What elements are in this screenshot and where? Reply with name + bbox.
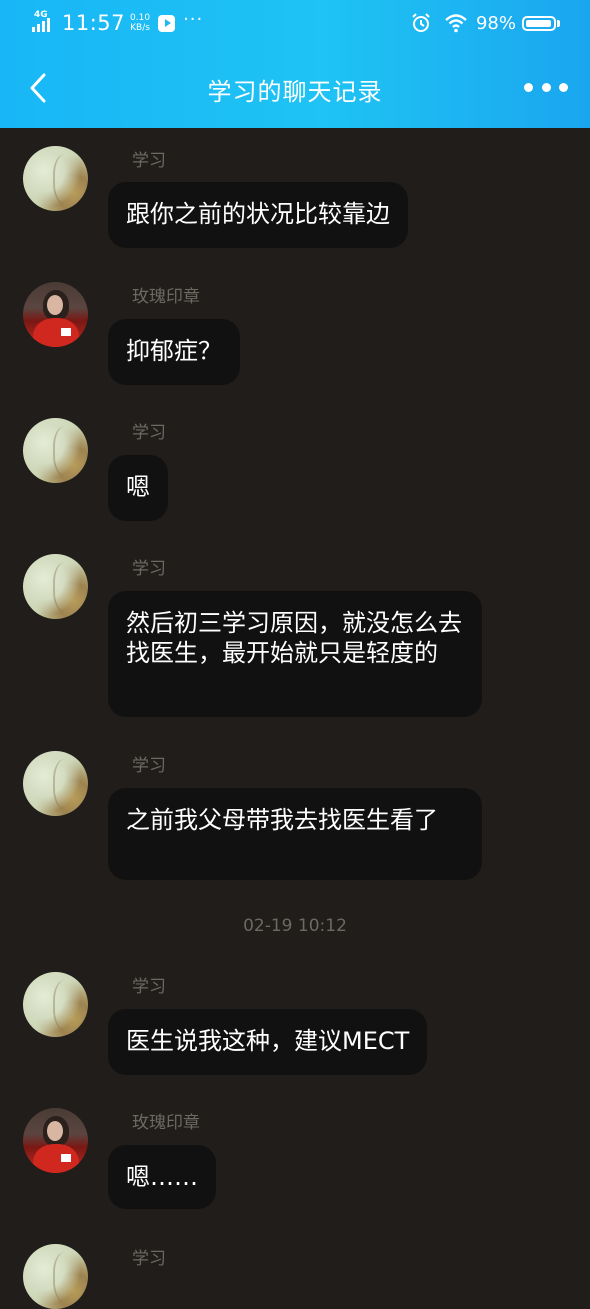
battery-percent: 98% <box>475 12 516 34</box>
message-bubble[interactable]: 跟你之前的状况比较靠边 <box>108 182 408 248</box>
message-bubble[interactable]: 然后初三学习原因，就没怎么去找医生，最开始就只是轻度的 <box>108 591 482 717</box>
avatar[interactable] <box>23 146 88 211</box>
sender-name: 玫瑰印章 <box>132 1113 200 1133</box>
avatar[interactable] <box>23 751 88 816</box>
message-timestamp: 02-19 10:12 <box>243 916 347 936</box>
message-bubble[interactable]: 之前我父母带我去找医生看了 <box>108 788 482 880</box>
network-speed: 0.10 KB/s <box>130 13 150 33</box>
wifi-icon <box>444 13 468 33</box>
page-title: 学习的聊天记录 <box>207 78 383 106</box>
network-speed-unit: KB/s <box>130 23 150 33</box>
signal-icon: 4G <box>32 10 58 36</box>
avatar[interactable] <box>23 282 88 347</box>
message-bubble[interactable]: 抑郁症？ <box>108 319 240 385</box>
avatar[interactable] <box>23 972 88 1037</box>
sender-name: 学习 <box>132 423 166 443</box>
sender-name: 学习 <box>132 977 166 997</box>
status-bar: 4G 11:57 0.10 KB/s ··· 98% <box>0 0 590 48</box>
message-bubble[interactable]: 嗯…… <box>108 1145 216 1209</box>
sender-name: 学习 <box>132 1249 166 1269</box>
avatar[interactable] <box>23 1244 88 1309</box>
avatar[interactable] <box>23 554 88 619</box>
sender-name: 玫瑰印章 <box>132 287 200 307</box>
message-bubble[interactable]: 医生说我这种，建议MECT <box>108 1009 428 1075</box>
message-bubble[interactable]: 嗯 <box>108 455 168 521</box>
header: 4G 11:57 0.10 KB/s ··· 98% 学习的聊天记录 <box>0 0 590 128</box>
network-speed-value: 0.10 <box>130 13 151 23</box>
avatar[interactable] <box>23 1108 88 1173</box>
alarm-icon <box>410 12 432 34</box>
notification-more-icon: ··· <box>183 9 204 30</box>
avatar[interactable] <box>23 418 88 483</box>
sender-name: 学习 <box>132 756 166 776</box>
sender-name: 学习 <box>132 151 166 171</box>
more-dots-icon <box>524 82 533 92</box>
sender-name: 学习 <box>132 559 166 579</box>
status-time: 11:57 <box>62 11 126 35</box>
more-button[interactable] <box>524 74 568 100</box>
battery-icon <box>522 15 560 31</box>
nav-bar: 学习的聊天记录 <box>0 48 590 128</box>
video-app-icon <box>158 14 176 32</box>
